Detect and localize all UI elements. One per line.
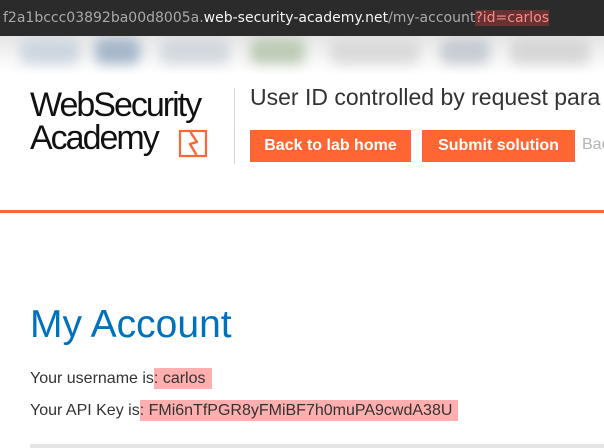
- back-to-lab-home-button[interactable]: Back to lab home: [250, 130, 411, 162]
- api-key-line: Your API Key is: FMi6nTfPGR8yFMiBF7h0muP…: [30, 400, 459, 421]
- url-text: f2a1bccc03892ba00d8005a.web-security-aca…: [3, 0, 550, 36]
- back-to-lab-description-link[interactable]: Bac: [582, 136, 604, 154]
- lab-title: User ID controlled by request para: [250, 84, 601, 110]
- logo-text-line2: Academy: [30, 119, 160, 157]
- url-subdomain: f2a1bccc03892ba00d8005a.: [3, 10, 204, 26]
- academy-logo-icon: [178, 129, 208, 158]
- blurred-bookmarks-bar: [0, 36, 604, 74]
- url-query-highlight: ?id=carlos: [475, 10, 550, 26]
- address-bar[interactable]: f2a1bccc03892ba00d8005a.web-security-aca…: [0, 0, 604, 36]
- submit-solution-button[interactable]: Submit solution: [422, 130, 575, 162]
- api-key-value: : FMi6nTfPGR8yFMiBF7h0muPA9cwdA38U: [139, 400, 459, 421]
- url-path: /my-account: [388, 10, 476, 26]
- page-title: My Account: [30, 303, 232, 346]
- form-top-border: [30, 444, 604, 448]
- lab-header: WebSecurity Academy User ID controlled b…: [0, 74, 604, 214]
- url-host: web-security-academy.net: [203, 10, 389, 26]
- web-security-academy-logo[interactable]: WebSecurity Academy: [30, 88, 230, 158]
- api-key-label: Your API Key is: [30, 402, 140, 419]
- username-label: Your username is: [30, 370, 154, 387]
- username-line: Your username is: carlos: [30, 368, 212, 389]
- username-value: : carlos: [153, 368, 212, 389]
- header-divider: [234, 88, 235, 164]
- header-accent-rule: [0, 210, 604, 213]
- logo-text-line1: WebSecurity: [30, 86, 202, 124]
